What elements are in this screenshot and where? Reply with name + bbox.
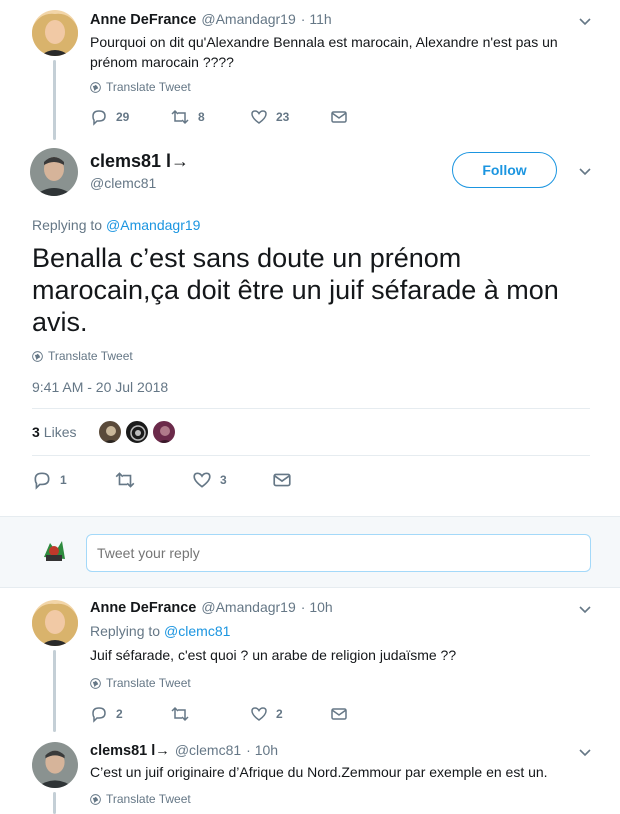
- replying-to-link[interactable]: @clemc81: [164, 623, 230, 639]
- reply-button[interactable]: 2: [90, 705, 170, 723]
- tweet-text-line: avis.: [32, 307, 88, 337]
- like-button[interactable]: 2: [250, 705, 330, 723]
- tweet-text: C’est un juif originaire d’Afrique du No…: [90, 764, 548, 780]
- tweet-text-line: marocain,ça doit être un juif séfarade à…: [32, 275, 559, 305]
- tweet-time[interactable]: · 11h: [301, 11, 332, 27]
- author-name[interactable]: Anne DeFrance: [90, 12, 196, 28]
- replying-prefix: Replying to: [90, 623, 161, 639]
- tweet-text-line: prénom marocain ????: [90, 54, 234, 70]
- tweet-time[interactable]: · 10h: [246, 742, 278, 758]
- retweet-button[interactable]: [114, 470, 192, 490]
- reply-composer: [0, 516, 620, 588]
- translate-label: Translate Tweet: [106, 80, 191, 94]
- translate-link[interactable]: Translate Tweet: [90, 676, 191, 690]
- replying-to: Replying to @clemc81: [90, 623, 230, 639]
- translate-label: Translate Tweet: [106, 792, 191, 806]
- reply-button[interactable]: 1: [32, 470, 114, 490]
- divider: [32, 455, 590, 456]
- translate-link[interactable]: Translate Tweet: [90, 80, 191, 94]
- replying-to: Replying to @Amandagr19: [32, 217, 200, 233]
- author-handle[interactable]: @Amandagr19: [201, 599, 295, 615]
- tweet-anne-2[interactable]: Anne DeFrance @Amandagr19 · 10h Replying…: [0, 590, 620, 732]
- retweet-button[interactable]: [170, 705, 250, 723]
- author-name[interactable]: Anne DeFrance: [90, 600, 196, 616]
- author-handle[interactable]: @Amandagr19: [201, 11, 295, 27]
- translate-link[interactable]: Translate Tweet: [32, 349, 133, 363]
- dm-icon: [331, 111, 347, 123]
- dm-button[interactable]: [272, 470, 292, 490]
- own-avatar[interactable]: [40, 537, 68, 565]
- tweet-text-line: Benalla c’est sans doute un prénom: [32, 243, 462, 273]
- author-handle[interactable]: @clemc81: [175, 742, 241, 758]
- chevron-down-icon[interactable]: [576, 162, 594, 180]
- heart-icon: [251, 110, 267, 124]
- reply-icon: [92, 110, 106, 126]
- chevron-down-icon[interactable]: [576, 12, 594, 30]
- thread-line: [53, 60, 56, 140]
- globe-icon: [90, 677, 101, 689]
- retweet-button[interactable]: 8: [170, 108, 250, 126]
- reply-icon: [92, 707, 106, 723]
- liker-avatar[interactable]: [152, 420, 176, 444]
- tweet-time[interactable]: · 10h: [301, 599, 333, 615]
- chevron-down-icon[interactable]: [576, 743, 594, 761]
- author-handle[interactable]: @clemc81: [90, 175, 156, 191]
- translate-label: Translate Tweet: [48, 349, 133, 363]
- dm-button[interactable]: [330, 108, 348, 126]
- avatar-anne[interactable]: [32, 600, 78, 646]
- dm-button[interactable]: [330, 705, 348, 723]
- follow-button[interactable]: Follow: [452, 152, 557, 188]
- like-button[interactable]: 23: [250, 108, 330, 126]
- like-count: 3: [220, 473, 227, 487]
- liker-avatar[interactable]: [125, 420, 149, 444]
- likes-count: 3: [32, 424, 40, 440]
- retweet-icon: [171, 109, 189, 125]
- dm-icon: [331, 708, 347, 720]
- reply-count: 1: [60, 473, 67, 487]
- tweet-clems-2[interactable]: clems81 l→ @clemc81 · 10h C’est un juif …: [0, 732, 620, 814]
- tweet-timestamp[interactable]: 9:41 AM - 20 Jul 2018: [32, 379, 168, 395]
- divider: [32, 408, 590, 409]
- chevron-down-icon[interactable]: [576, 600, 594, 618]
- avatar-clems[interactable]: [30, 148, 78, 196]
- liker-avatar[interactable]: [98, 420, 122, 444]
- retweet-icon: [171, 706, 189, 722]
- heart-icon: [193, 472, 211, 488]
- likes-label: Likes: [43, 424, 77, 440]
- avatar-anne[interactable]: [32, 10, 78, 56]
- tweet-text-line: Pourquoi on dit qu'Alexandre Bennala est…: [90, 34, 558, 50]
- retweet-count: 8: [198, 110, 205, 124]
- tweet-anne-1[interactable]: Anne DeFrance @Amandagr19 · 11h Pourquoi…: [0, 0, 620, 140]
- replying-prefix: Replying to: [32, 217, 103, 233]
- retweet-icon: [115, 472, 135, 488]
- author-name[interactable]: clems81 l→: [90, 743, 170, 759]
- tweet-text: Juif séfarade, c'est quoi ? un arabe de …: [90, 647, 457, 663]
- like-button[interactable]: 3: [192, 470, 272, 490]
- reply-button[interactable]: 29: [90, 108, 170, 126]
- likes-summary[interactable]: 3 Likes: [32, 424, 76, 440]
- avatar-clems[interactable]: [32, 742, 78, 788]
- globe-icon: [90, 793, 101, 805]
- reply-count: 29: [116, 110, 130, 124]
- translate-link[interactable]: Translate Tweet: [90, 792, 191, 806]
- thread-line: [53, 650, 56, 732]
- like-count: 2: [276, 707, 283, 721]
- globe-icon: [32, 350, 43, 362]
- translate-label: Translate Tweet: [106, 676, 191, 690]
- thread-line: [53, 792, 56, 814]
- main-tweet: clems81 l→ @clemc81 Follow Replying to @…: [0, 140, 620, 505]
- reply-input[interactable]: [86, 534, 591, 572]
- dm-icon: [273, 473, 291, 487]
- globe-icon: [90, 81, 101, 93]
- heart-icon: [251, 707, 267, 721]
- author-name[interactable]: clems81 l→: [90, 151, 189, 172]
- like-count: 23: [276, 110, 290, 124]
- replying-to-link[interactable]: @Amandagr19: [106, 217, 200, 233]
- reply-icon: [34, 472, 50, 490]
- reply-count: 2: [116, 707, 123, 721]
